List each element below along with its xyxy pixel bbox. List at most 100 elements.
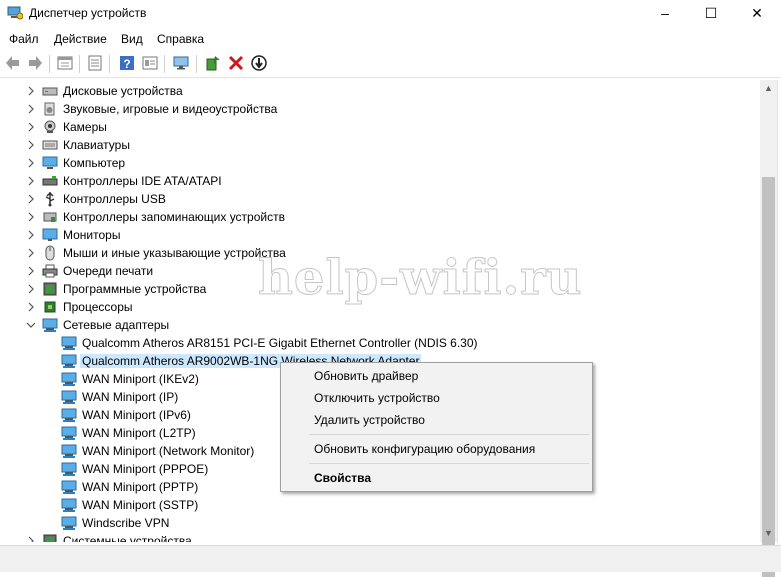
- disk-icon: [42, 83, 58, 99]
- chevron-right-icon[interactable]: [26, 85, 36, 96]
- menu-separator: [309, 434, 589, 435]
- chevron-right-icon[interactable]: [26, 157, 36, 168]
- scan-hardware-menu-item[interactable]: Обновить конфигурацию оборудования: [314, 442, 535, 456]
- tree-item-label: Контроллеры USB: [63, 192, 166, 206]
- menu-action[interactable]: Действие: [54, 32, 107, 46]
- forward-icon[interactable]: [26, 54, 44, 72]
- menu-file[interactable]: Файл: [9, 32, 39, 46]
- chevron-right-icon[interactable]: [26, 247, 36, 258]
- chevron-right-icon[interactable]: [26, 103, 36, 114]
- tree-category[interactable]: Мыши и иные указывающие устройства: [0, 244, 760, 262]
- disable-device-menu-item[interactable]: Отключить устройство: [314, 391, 440, 405]
- tree-item-label: Сетевые адаптеры: [63, 318, 170, 332]
- svg-text:?: ?: [123, 57, 130, 71]
- tree-item-label: Компьютер: [63, 156, 126, 170]
- context-menu: Обновить драйвер Отключить устройство Уд…: [280, 362, 593, 492]
- scroll-up-arrow-icon[interactable]: ▲: [760, 80, 777, 97]
- maximize-button[interactable]: ☐: [688, 0, 734, 26]
- uninstall-device-menu-item[interactable]: Удалить устройство: [314, 413, 425, 427]
- tree-item-label: WAN Miniport (SSTP): [82, 498, 199, 512]
- toolbar: ?: [0, 51, 781, 78]
- chevron-right-icon[interactable]: [26, 139, 36, 150]
- network-adapter-icon: [61, 443, 77, 459]
- tree-category[interactable]: Камеры: [0, 118, 760, 136]
- chevron-right-icon[interactable]: [26, 175, 36, 186]
- mouse-icon: [42, 245, 58, 261]
- tree-item-label: Звуковые, игровые и видеоустройства: [63, 102, 278, 116]
- tree-item-label: Контроллеры запоминающих устройств: [63, 210, 285, 224]
- close-button[interactable]: ✕: [734, 0, 780, 26]
- network-adapter-icon: [61, 461, 77, 477]
- network-adapter-item[interactable]: Qualcomm Atheros AR8151 PCI-E Gigabit Et…: [0, 334, 760, 352]
- software-device-icon: [42, 533, 58, 542]
- chevron-right-icon[interactable]: [26, 535, 36, 542]
- tree-category[interactable]: Процессоры: [0, 298, 760, 316]
- network-adapter-icon: [61, 515, 77, 531]
- camera-icon: [42, 119, 58, 135]
- back-icon[interactable]: [4, 54, 22, 72]
- tree-item-label: WAN Miniport (Network Monitor): [82, 444, 255, 458]
- tree-category[interactable]: Контроллеры USB: [0, 190, 760, 208]
- tree-item-label: Мыши и иные указывающие устройства: [63, 246, 286, 260]
- menu-view[interactable]: Вид: [121, 32, 143, 46]
- chevron-right-icon[interactable]: [26, 283, 36, 294]
- update-driver-icon[interactable]: [204, 54, 222, 72]
- chevron-right-icon[interactable]: [26, 211, 36, 222]
- scrollbar-thumb[interactable]: [762, 177, 775, 577]
- scroll-down-arrow-icon[interactable]: ▼: [760, 525, 777, 542]
- chevron-down-icon[interactable]: [26, 319, 36, 329]
- chevron-right-icon[interactable]: [26, 301, 36, 312]
- chevron-right-icon[interactable]: [26, 229, 36, 240]
- uninstall-icon[interactable]: [227, 54, 245, 72]
- network-adapter-icon: [61, 407, 77, 423]
- menu-help[interactable]: Справка: [157, 32, 204, 46]
- properties-view-icon[interactable]: [56, 54, 74, 72]
- tree-category[interactable]: Очереди печати: [0, 262, 760, 280]
- vertical-scrollbar[interactable]: ▲ ▼: [760, 80, 777, 577]
- tree-category[interactable]: Дисковые устройства: [0, 82, 760, 100]
- tree-item-label: Контроллеры IDE ATA/ATAPI: [63, 174, 222, 188]
- software-device-icon: [42, 281, 58, 297]
- tree-category[interactable]: Звуковые, игровые и видеоустройства: [0, 100, 760, 118]
- tree-category[interactable]: Контроллеры запоминающих устройств: [0, 208, 760, 226]
- title-bar: Диспетчер устройств – ☐ ✕: [0, 0, 781, 28]
- audio-icon: [42, 101, 58, 117]
- tree-category[interactable]: Программные устройства: [0, 280, 760, 298]
- minimize-button[interactable]: –: [642, 0, 688, 26]
- tree-item-label: WAN Miniport (PPTP): [82, 480, 199, 494]
- monitor-icon[interactable]: [172, 54, 190, 72]
- tree-item-label: WAN Miniport (PPPOE): [82, 462, 209, 476]
- network-adapter-item[interactable]: WAN Miniport (SSTP): [0, 496, 760, 514]
- tree-item-label: Дисковые устройства: [63, 84, 183, 98]
- tree-item-label: Qualcomm Atheros AR8151 PCI-E Gigabit Et…: [82, 336, 478, 350]
- chevron-right-icon[interactable]: [26, 121, 36, 132]
- update-driver-menu-item[interactable]: Обновить драйвер: [314, 369, 418, 383]
- properties-menu-item[interactable]: Свойства: [314, 471, 371, 485]
- toolbar-separator: [79, 55, 80, 73]
- network-adapter-icon: [61, 353, 77, 369]
- menu-separator: [309, 463, 589, 464]
- monitor-icon: [42, 227, 58, 243]
- keyboard-icon: [42, 137, 58, 153]
- tree-category[interactable]: Клавиатуры: [0, 136, 760, 154]
- tree-category[interactable]: Компьютер: [0, 154, 760, 172]
- tree-item-label: Мониторы: [63, 228, 121, 242]
- help-icon[interactable]: ?: [118, 54, 136, 72]
- tree-category[interactable]: Контроллеры IDE ATA/ATAPI: [0, 172, 760, 190]
- toolbar-separator: [109, 55, 110, 73]
- network-adapter-icon: [61, 371, 77, 387]
- chevron-right-icon[interactable]: [26, 193, 36, 204]
- tree-category[interactable]: Мониторы: [0, 226, 760, 244]
- tree-category[interactable]: Сетевые адаптеры: [0, 316, 760, 334]
- list-icon[interactable]: [86, 54, 104, 72]
- window-edge: [777, 80, 781, 545]
- network-adapter-item[interactable]: Windscribe VPN: [0, 514, 760, 532]
- details-icon[interactable]: [141, 54, 159, 72]
- tree-item-label: WAN Miniport (IKEv2): [82, 372, 199, 386]
- chevron-right-icon[interactable]: [26, 265, 36, 276]
- tree-category[interactable]: Системные устройства: [0, 532, 760, 542]
- tree-item-label: Клавиатуры: [63, 138, 130, 152]
- network-adapter-icon: [42, 317, 58, 333]
- disable-icon[interactable]: [250, 54, 268, 72]
- tree-item-label: Программные устройства: [63, 282, 207, 296]
